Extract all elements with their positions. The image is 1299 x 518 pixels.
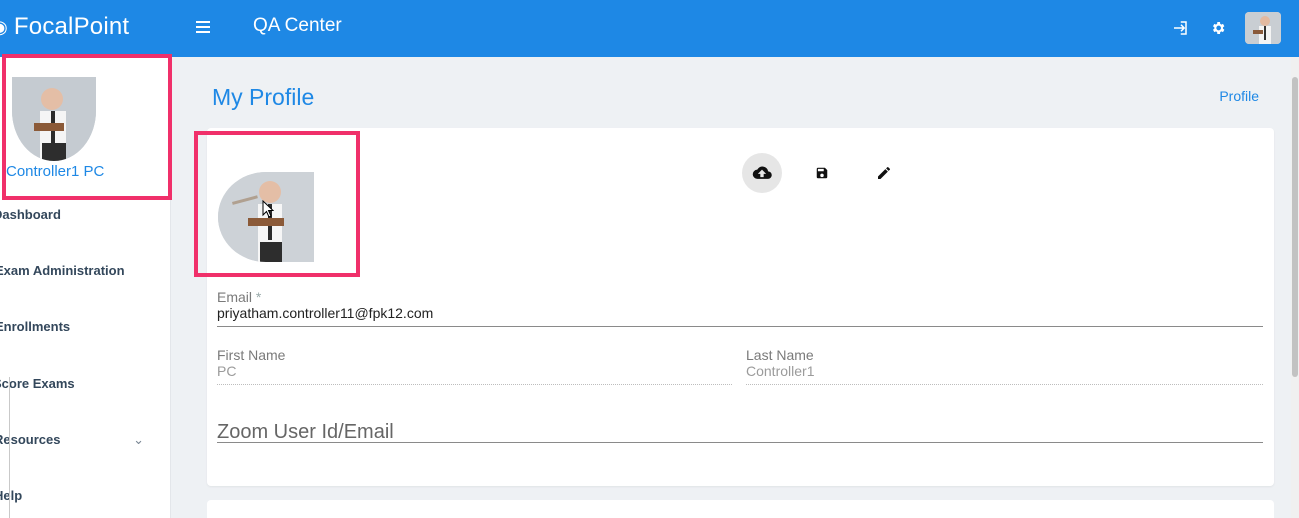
email-field[interactable]: priyatham.controller11@fpk12.com xyxy=(217,305,433,321)
brand-icon: ◉ xyxy=(0,17,8,38)
sidebar-item-exam-administration[interactable]: Exam Administration xyxy=(0,263,155,278)
avatar[interactable] xyxy=(1245,12,1281,44)
sidebar-item-dashboard[interactable]: Dashboard xyxy=(0,207,153,222)
page-title: My Profile xyxy=(212,84,315,110)
zoom-user-field[interactable]: Zoom User Id/Email xyxy=(217,421,394,444)
last-name-underline xyxy=(746,384,1263,385)
sidebar-profile-photo[interactable] xyxy=(12,77,96,161)
sidebar-item-help[interactable]: Help xyxy=(0,488,154,503)
zoom-underline xyxy=(217,442,1263,443)
email-underline xyxy=(217,326,1263,327)
edit-button[interactable] xyxy=(864,153,904,193)
last-name-label: Last Name xyxy=(746,347,814,363)
sidebar: Controller1 PC Dashboard Exam Administra… xyxy=(0,57,171,518)
cloud-upload-icon xyxy=(752,166,772,179)
breadcrumb[interactable]: Profile xyxy=(1219,88,1259,104)
first-name-label: First Name xyxy=(217,347,286,363)
first-name-underline xyxy=(217,384,732,385)
email-label: Email * xyxy=(217,289,262,305)
top-bar: ◉ FocalPoint QA Center xyxy=(0,0,1299,57)
last-name-field[interactable]: Controller1 xyxy=(746,363,814,379)
sidebar-item-enrollments[interactable]: Enrollments xyxy=(0,319,155,334)
sidebar-user-name[interactable]: Controller1 PC xyxy=(6,163,104,180)
brand-name: FocalPoint xyxy=(13,13,130,40)
first-name-field[interactable]: PC xyxy=(217,363,236,379)
page-scrollbar[interactable] xyxy=(1291,57,1299,518)
sidebar-item-score-exams[interactable]: Score Exams xyxy=(0,376,153,391)
save-icon xyxy=(816,167,828,179)
top-actions xyxy=(1169,12,1281,44)
secondary-card xyxy=(207,500,1274,518)
gear-icon[interactable] xyxy=(1207,17,1229,39)
scrollbar-thumb[interactable] xyxy=(1292,77,1298,377)
app-title: QA Center xyxy=(253,15,342,36)
save-button[interactable] xyxy=(802,153,842,193)
brand[interactable]: ◉ FocalPoint xyxy=(0,13,129,41)
logout-icon[interactable] xyxy=(1169,17,1191,39)
chevron-down-icon: ⌄ xyxy=(133,432,144,447)
sidebar-item-resources[interactable]: Resources ⌄ xyxy=(0,432,154,447)
mouse-cursor-icon xyxy=(262,199,275,223)
hamburger-icon[interactable] xyxy=(196,18,212,33)
upload-photo-button[interactable] xyxy=(742,153,782,193)
pencil-icon xyxy=(878,166,891,179)
sidebar-divider xyxy=(0,377,10,518)
